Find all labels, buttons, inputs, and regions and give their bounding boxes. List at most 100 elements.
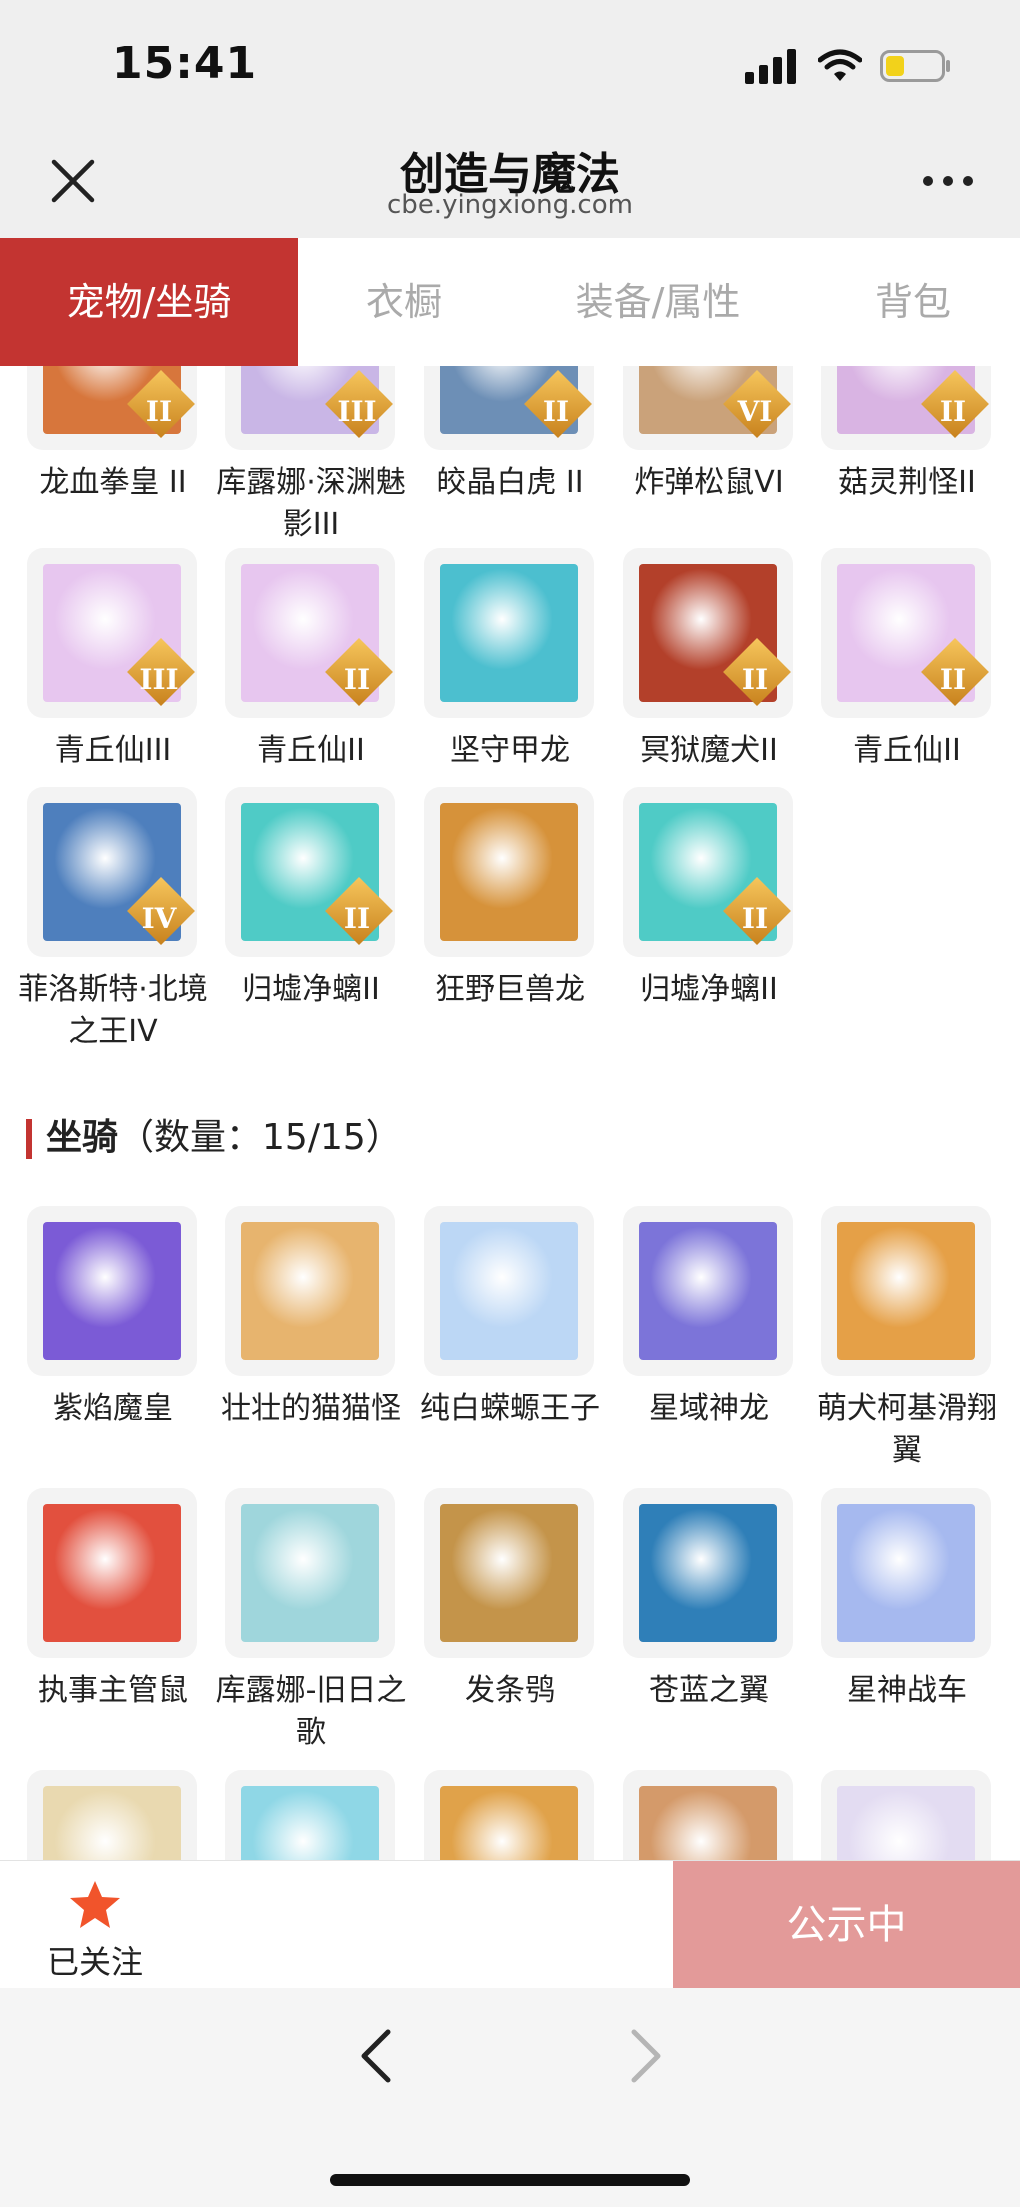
rank-badge-text: II: [741, 902, 769, 935]
pet-name: 归墟净螭II: [242, 972, 380, 1007]
tab-backpack[interactable]: 背包: [806, 238, 1020, 366]
mount-thumbnail: [623, 1770, 793, 1860]
pet-thumbnail: II: [821, 366, 991, 450]
more-options-icon[interactable]: [920, 166, 976, 196]
mount-name: 星神战车: [847, 1673, 967, 1708]
tab-equipment[interactable]: 装备/属性: [540, 238, 776, 366]
follow-label: 已关注: [46, 1943, 143, 1981]
navigation-bar: 创造与魔法 cbe.yingxiong.com: [0, 120, 1020, 238]
cellular-signal-icon: [745, 49, 796, 84]
pet-thumbnail: II: [623, 548, 793, 718]
mount-artwork: [43, 1504, 181, 1642]
pet-name: 炸弹松鼠VI: [634, 465, 784, 500]
rank-badge-text: III: [139, 663, 179, 696]
pet-thumbnail: III: [225, 366, 395, 450]
tab-wardrobe[interactable]: 衣橱: [298, 238, 510, 366]
home-indicator: [330, 2174, 690, 2186]
pet-thumbnail: [424, 787, 594, 957]
pet-name: 菲洛斯特·北境之王IV: [18, 972, 208, 1049]
forward-arrow-icon: [631, 2029, 661, 2083]
status-time: 15:41: [112, 38, 258, 89]
mount-thumbnail: [27, 1206, 197, 1376]
pet-artwork: [440, 803, 578, 941]
rank-badge-text: VI: [737, 395, 773, 428]
pet-name: 库露娜·深渊魅影III: [216, 465, 406, 542]
mount-name: 库露娜-旧日之歌: [215, 1673, 407, 1750]
mount-thumbnail: [424, 1488, 594, 1658]
pet-name: 坚守甲龙: [450, 733, 570, 768]
mount-thumbnail: [27, 1488, 197, 1658]
mount-thumbnail: [821, 1488, 991, 1658]
pet-name: 龙血拳皇 II: [39, 465, 187, 500]
rank-badge-text: II: [145, 395, 173, 428]
mount-thumbnail: [821, 1206, 991, 1376]
mount-thumbnail: [424, 1770, 594, 1860]
mount-artwork: [241, 1222, 379, 1360]
mount-name: 萌犬柯基滑翔翼: [817, 1391, 997, 1468]
mount-thumbnail: [27, 1770, 197, 1860]
mount-artwork: [440, 1222, 578, 1360]
mount-artwork: [440, 1504, 578, 1642]
page-url: cbe.yingxiong.com: [387, 190, 633, 220]
pet-artwork: [440, 564, 578, 702]
star-icon: [70, 1881, 120, 1928]
bottom-action-bar: 已关注 公示中: [0, 1860, 1020, 1989]
mount-name: 执事主管鼠: [38, 1673, 188, 1708]
mount-artwork: [837, 1786, 975, 1860]
pet-thumbnail: II: [225, 787, 395, 957]
tab-pets-mounts[interactable]: 宠物/坐骑: [0, 238, 298, 366]
mount-artwork: [241, 1504, 379, 1642]
browser-toolbar: [0, 1988, 1020, 2207]
mount-artwork: [639, 1504, 777, 1642]
rank-badge-text: II: [741, 663, 769, 696]
rank-badge-text: IV: [141, 902, 177, 935]
pet-thumbnail: IV: [27, 787, 197, 957]
mount-thumbnail: [424, 1206, 594, 1376]
mount-name: 紫焰魔皇: [53, 1391, 173, 1426]
rank-badge-text: II: [542, 395, 570, 428]
rank-badge-text: II: [343, 902, 371, 935]
mount-artwork: [837, 1222, 975, 1360]
pet-thumbnail: II: [821, 548, 991, 718]
pet-thumbnail: II: [623, 787, 793, 957]
mount-name: 发条鸮: [465, 1673, 555, 1708]
pet-name: 青丘仙II: [257, 733, 365, 768]
follow-button[interactable]: 已关注: [40, 1879, 150, 1981]
pet-thumbnail: II: [225, 548, 395, 718]
mounts-section-header: 坐骑（数量：15/15）: [26, 1108, 402, 1160]
mount-name: 壮壮的猫猫怪: [221, 1391, 401, 1426]
pet-name: 冥狱魔犬II: [640, 733, 778, 768]
mount-name: 纯白蝾螈王子: [420, 1391, 600, 1426]
mount-artwork: [639, 1786, 777, 1860]
rank-badge-text: II: [939, 395, 967, 428]
pet-name: 狂野巨兽龙: [435, 972, 585, 1007]
mount-thumbnail: [225, 1488, 395, 1658]
pet-name: 青丘仙III: [54, 733, 172, 768]
pet-thumbnail: [424, 548, 594, 718]
rank-badge-text: II: [343, 663, 371, 696]
section-marker: [26, 1119, 32, 1159]
pet-thumbnail: II: [424, 366, 594, 450]
pet-thumbnail: VI: [623, 366, 793, 450]
mount-thumbnail: [623, 1488, 793, 1658]
content-area: II 龙血拳皇 II III 库露娜·深渊魅影III II 皎晶白虎 II VI 炸弹松鼠VI…: [0, 366, 1020, 1860]
tab-bar: 宠物/坐骑 衣橱 装备/属性 背包: [0, 238, 1020, 366]
mount-name: 星域神龙: [649, 1391, 769, 1426]
section-title: 坐骑: [46, 1117, 119, 1158]
rank-badge-text: II: [939, 663, 967, 696]
mount-thumbnail: [225, 1206, 395, 1376]
back-arrow-icon[interactable]: [352, 2026, 402, 2086]
battery-icon: [880, 50, 950, 82]
mount-artwork: [837, 1504, 975, 1642]
mount-thumbnail: [821, 1770, 991, 1860]
wifi-icon: [818, 49, 862, 81]
pet-name: 皎晶白虎 II: [436, 465, 584, 500]
mount-name: 苍蓝之翼: [649, 1673, 769, 1708]
section-count: （数量：15/15）: [118, 1117, 402, 1158]
mount-artwork: [43, 1222, 181, 1360]
pet-name: 归墟净螭II: [640, 972, 778, 1007]
status-bar: 15:41: [0, 0, 1020, 120]
pet-thumbnail: II: [27, 366, 197, 450]
mount-thumbnail: [225, 1770, 395, 1860]
status-button[interactable]: 公示中: [673, 1861, 1020, 1989]
